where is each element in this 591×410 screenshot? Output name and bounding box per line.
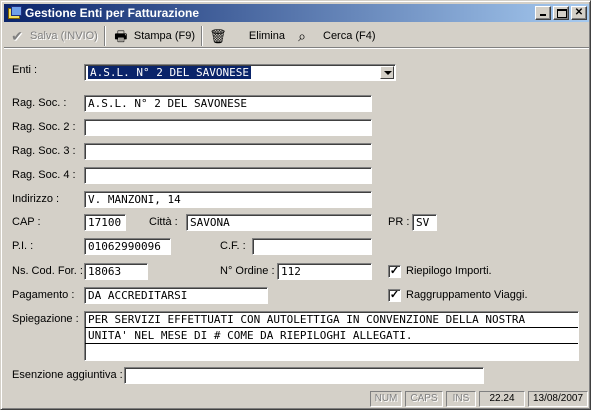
status-time: 22.24 [479, 391, 525, 407]
main-window: Gestione Enti per Fatturazione ✕ ✔ Salva… [0, 0, 591, 410]
toolbar-separator [103, 25, 106, 46]
pr-label: PR : [388, 216, 410, 228]
enti-combobox[interactable]: A.S.L. N° 2 DEL SAVONESE [84, 64, 396, 81]
indirizzo-field[interactable]: V. MANZONI, 14 [84, 191, 372, 208]
esenzione-field[interactable] [124, 367, 484, 384]
search-button[interactable]: ⌕ Cerca (F4) [289, 25, 380, 47]
ragsoc-label: Rag. Soc. : [12, 97, 67, 109]
print-button[interactable]: 🖶 Stampa (F9) [108, 25, 199, 47]
save-button[interactable]: ✔ Salva (INVIO) [4, 25, 102, 47]
citta-field[interactable]: SAVONA [186, 214, 372, 231]
window-title: Gestione Enti per Fatturazione [25, 6, 200, 20]
esenzione-label: Esenzione aggiuntiva : [12, 369, 123, 381]
search-label: Cerca (F4) [323, 29, 376, 42]
save-label: Salva (INVIO) [30, 29, 98, 42]
enti-selected-value: A.S.L. N° 2 DEL SAVONESE [88, 66, 251, 79]
spiegazione-label: Spiegazione : [12, 313, 79, 325]
maximize-button[interactable] [553, 6, 569, 20]
minimize-button[interactable] [535, 6, 551, 20]
riepilogo-label: Riepilogo Importi. [406, 265, 492, 277]
title-bar[interactable]: Gestione Enti per Fatturazione ✕ [4, 4, 589, 22]
status-caps: CAPS [405, 391, 443, 407]
ragsoc4-label: Rag. Soc. 4 : [12, 169, 76, 181]
chevron-down-icon[interactable] [380, 66, 394, 79]
pagamento-label: Pagamento : [12, 289, 75, 301]
codfor-field[interactable]: 18063 [84, 263, 148, 280]
ragsoc2-label: Rag. Soc. 2 : [12, 121, 76, 133]
binoculars-icon: ⌕ [298, 27, 306, 44]
pr-field[interactable]: SV [412, 214, 437, 231]
status-num: NUM [370, 391, 402, 407]
indirizzo-label: Indirizzo : [12, 193, 60, 205]
ordine-label: N° Ordine : [220, 265, 275, 277]
cap-label: CAP : [12, 216, 41, 228]
raggruppamento-checkbox[interactable]: ✓ [388, 289, 401, 302]
cf-field[interactable] [252, 238, 372, 255]
ragsoc4-field[interactable] [84, 167, 372, 184]
toolbar: ✔ Salva (INVIO) 🖶 Stampa (F9) 🗑 Elimina … [4, 24, 589, 48]
pi-label: P.I. : [12, 240, 34, 252]
trash-icon: 🗑 [209, 27, 227, 44]
app-icon [7, 6, 22, 20]
spiegazione-textarea[interactable]: PER SERVIZI EFFETTUATI CON AUTOLETTIGA I… [84, 311, 579, 361]
ordine-field[interactable]: 112 [277, 263, 372, 280]
ragsoc3-label: Rag. Soc. 3 : [12, 145, 76, 157]
spiegazione-line: UNITA' NEL MESE DI # COME DA RIEPILOGHI … [85, 328, 578, 344]
raggruppamento-label: Raggruppamento Viaggi. [406, 289, 528, 301]
spiegazione-line [85, 344, 578, 360]
enti-label: Enti : [12, 64, 38, 76]
pagamento-field[interactable]: DA ACCREDITARSI [84, 287, 268, 304]
delete-button[interactable]: 🗑 Elimina [205, 25, 289, 47]
ragsoc-field[interactable]: A.S.L. N° 2 DEL SAVONESE [84, 95, 372, 112]
toolbar-separator [201, 25, 203, 46]
citta-label: Città : [149, 216, 178, 228]
status-ins: INS [446, 391, 476, 407]
status-bar: NUM CAPS INS 22.24 13/08/2007 [4, 390, 589, 408]
pi-field[interactable]: 01062990096 [84, 238, 171, 255]
cap-field[interactable]: 17100 [84, 214, 126, 231]
cf-label: C.F. : [220, 240, 246, 252]
ragsoc3-field[interactable] [84, 143, 372, 160]
ragsoc2-field[interactable] [84, 119, 372, 136]
status-date: 13/08/2007 [528, 391, 588, 407]
delete-label: Elimina [248, 29, 285, 42]
print-label: Stampa (F9) [133, 29, 195, 42]
codfor-label: Ns. Cod. For. : [12, 265, 83, 277]
printer-icon: 🖶 [114, 27, 128, 44]
spiegazione-line: PER SERVIZI EFFETTUATI CON AUTOLETTIGA I… [85, 312, 578, 328]
riepilogo-checkbox[interactable]: ✓ [388, 265, 401, 278]
check-icon: ✔ [11, 27, 23, 44]
close-button[interactable]: ✕ [571, 6, 587, 20]
